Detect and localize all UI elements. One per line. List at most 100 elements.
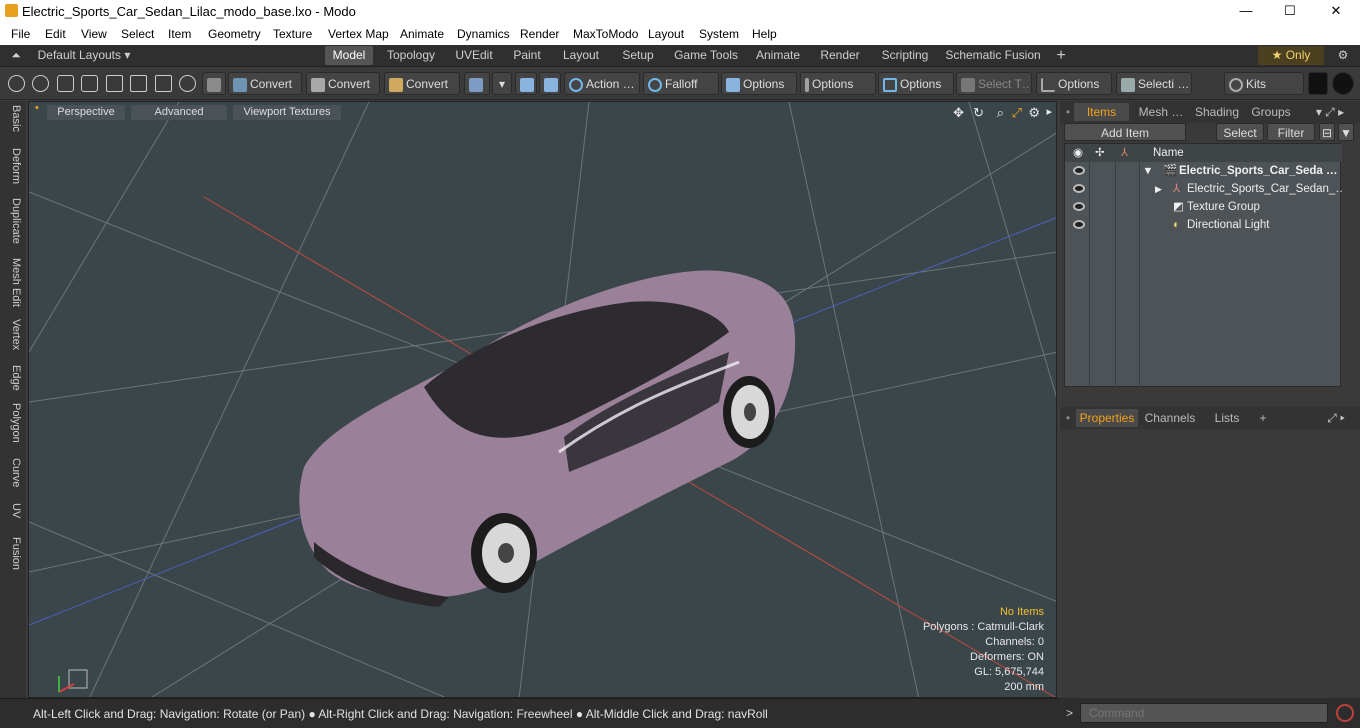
visibility-eye-icon[interactable] — [1073, 202, 1085, 211]
command-history-icon[interactable] — [1336, 704, 1354, 722]
tab-edge[interactable]: Edge — [4, 365, 22, 391]
default-layouts-dropdown[interactable]: Default Layouts ▾ — [36, 46, 132, 65]
rotate-view-icon[interactable]: ↻ — [973, 105, 984, 121]
tab-vertex[interactable]: Vertex — [4, 319, 22, 350]
select-auto-icon[interactable] — [179, 75, 196, 92]
tab-uv[interactable]: UV — [4, 503, 22, 518]
tab-lists[interactable]: Lists — [1202, 409, 1252, 427]
menu-texture[interactable]: Texture — [273, 27, 312, 41]
filter-button[interactable]: Filter — [1267, 123, 1315, 141]
selection-sets-button[interactable]: Selecti … — [1116, 72, 1192, 95]
menu-animate[interactable]: Animate — [400, 27, 444, 41]
expand-arrow-icon[interactable]: ▾ — [1145, 162, 1151, 180]
command-input[interactable] — [1080, 703, 1328, 723]
fit-view-icon[interactable]: ⤢ — [1012, 105, 1022, 121]
tab-shading[interactable]: Shading — [1192, 103, 1242, 121]
options-button-2[interactable]: Options — [800, 72, 876, 95]
unreal-icon[interactable] — [1332, 72, 1354, 95]
tab-paint[interactable]: Paint — [506, 46, 548, 65]
options-button-4[interactable]: Options — [1036, 72, 1112, 95]
mesh-cube-icon[interactable] — [464, 72, 490, 95]
select-items-icon[interactable] — [81, 75, 98, 92]
name-column-header[interactable]: Name — [1153, 144, 1184, 162]
select-vertices-icon[interactable] — [8, 75, 25, 92]
select-through-button[interactable]: Select T… — [956, 72, 1032, 95]
tab-channels[interactable]: Channels — [1142, 409, 1198, 427]
menu-geometry[interactable]: Geometry — [208, 27, 261, 41]
select-edges-icon[interactable] — [32, 75, 49, 92]
tab-polygon[interactable]: Polygon — [4, 403, 22, 443]
menu-edit[interactable]: Edit — [45, 27, 66, 41]
options-button-1[interactable]: Options — [721, 72, 797, 95]
tab-groups[interactable]: Groups — [1246, 103, 1296, 121]
select-materials-icon[interactable] — [106, 75, 123, 92]
panel-options-icon[interactable]: ⤢ ▸ — [1314, 409, 1358, 427]
workplane-shield-icon[interactable] — [539, 72, 561, 95]
menu-dynamics[interactable]: Dynamics — [457, 27, 510, 41]
action-center-button[interactable]: Action … — [564, 72, 640, 95]
expand-arrow-icon[interactable]: ▶ — [1155, 180, 1162, 198]
visibility-eye-icon[interactable] — [1073, 220, 1085, 229]
tab-topology[interactable]: Topology — [381, 46, 441, 65]
select-centers-icon[interactable] — [155, 75, 172, 92]
chevron-down-icon[interactable]: ▾ — [492, 72, 512, 95]
tab-basic[interactable]: Basic — [4, 105, 22, 132]
tab-mesh-edit[interactable]: Mesh Edit — [4, 258, 22, 307]
add-item-button[interactable]: Add Item — [1064, 123, 1186, 141]
options-button-3[interactable]: Options — [878, 72, 954, 95]
tab-model[interactable]: Model — [325, 46, 373, 65]
convert-button-3[interactable]: Convert — [384, 72, 460, 95]
list-item[interactable]: ◩ Texture Group — [1065, 198, 1342, 216]
menu-maxtomodo[interactable]: MaxToModo — [573, 27, 638, 41]
panel-options-icon[interactable]: ▾ ⤢ ▸ — [1302, 103, 1358, 121]
tab-duplicate[interactable]: Duplicate — [4, 198, 22, 244]
viewport-menu-dot-icon[interactable]: • — [35, 102, 39, 114]
list-item[interactable]: ▾ 🎬 Electric_Sports_Car_Seda … — [1065, 162, 1342, 180]
collapse-icon[interactable]: ⊟ — [1319, 123, 1335, 141]
kits-button[interactable]: Kits — [1224, 72, 1304, 95]
menu-render[interactable]: Render — [520, 27, 559, 41]
layout-toggle-icon[interactable]: ⏶ — [8, 46, 24, 65]
unity-icon[interactable] — [1308, 72, 1328, 95]
convert-button-1[interactable]: Convert — [228, 72, 302, 95]
tab-uvedit[interactable]: UVEdit — [448, 46, 500, 65]
move-view-icon[interactable]: ✥ — [953, 105, 964, 121]
select-button[interactable]: Select — [1216, 123, 1264, 141]
tab-schematic-fusion[interactable]: Schematic Fusion — [944, 46, 1042, 65]
tab-setup[interactable]: Setup — [614, 46, 662, 65]
visibility-eye-icon[interactable] — [1073, 184, 1085, 193]
tab-curve[interactable]: Curve — [4, 458, 22, 487]
select-pivots-icon[interactable] — [130, 75, 147, 92]
close-button[interactable]: ✕ — [1326, 2, 1346, 20]
list-item[interactable]: ▶ ⅄ Electric_Sports_Car_Sedan_… — [1065, 180, 1342, 198]
panel-menu-dot-icon[interactable]: • — [1064, 409, 1072, 427]
viewport-settings-gear-icon[interactable]: ⚙ — [1028, 105, 1040, 121]
menu-vertex-map[interactable]: Vertex Map — [328, 27, 389, 41]
menu-file[interactable]: File — [11, 27, 30, 41]
menu-item[interactable]: Item — [168, 27, 191, 41]
add-tab-button[interactable]: + — [1052, 46, 1070, 65]
zoom-view-icon[interactable]: ⌕ — [997, 105, 1004, 121]
tab-animate[interactable]: Animate — [750, 46, 806, 65]
tab-properties[interactable]: Properties — [1076, 409, 1138, 427]
falloff-button[interactable]: Falloff — [643, 72, 719, 95]
tab-fusion[interactable]: Fusion — [4, 537, 22, 570]
tab-game-tools[interactable]: Game Tools — [670, 46, 742, 65]
solid-cube-icon[interactable] — [202, 72, 226, 95]
menu-view[interactable]: View — [81, 27, 107, 41]
viewport-expand-arrow-icon[interactable]: ▸ — [1046, 105, 1052, 118]
tab-deform[interactable]: Deform — [4, 148, 22, 184]
menu-help[interactable]: Help — [752, 27, 777, 41]
minimize-button[interactable]: — — [1236, 2, 1256, 20]
convert-button-2[interactable]: Convert — [306, 72, 380, 95]
tab-scripting[interactable]: Scripting — [875, 46, 935, 65]
menu-system[interactable]: System — [699, 27, 739, 41]
panel-menu-dot-icon[interactable]: • — [1064, 103, 1072, 121]
menu-layout[interactable]: Layout — [648, 27, 684, 41]
symmetry-shield-icon[interactable] — [515, 72, 537, 95]
viewport-textures-dropdown[interactable]: Viewport Textures — [233, 105, 341, 120]
visibility-eye-icon[interactable] — [1073, 166, 1085, 175]
only-toggle[interactable]: ★ Only — [1258, 46, 1324, 65]
funnel-filter-icon[interactable]: ▼ — [1338, 123, 1354, 141]
3d-viewport[interactable]: • Perspective Advanced Viewport Textures… — [28, 101, 1057, 698]
